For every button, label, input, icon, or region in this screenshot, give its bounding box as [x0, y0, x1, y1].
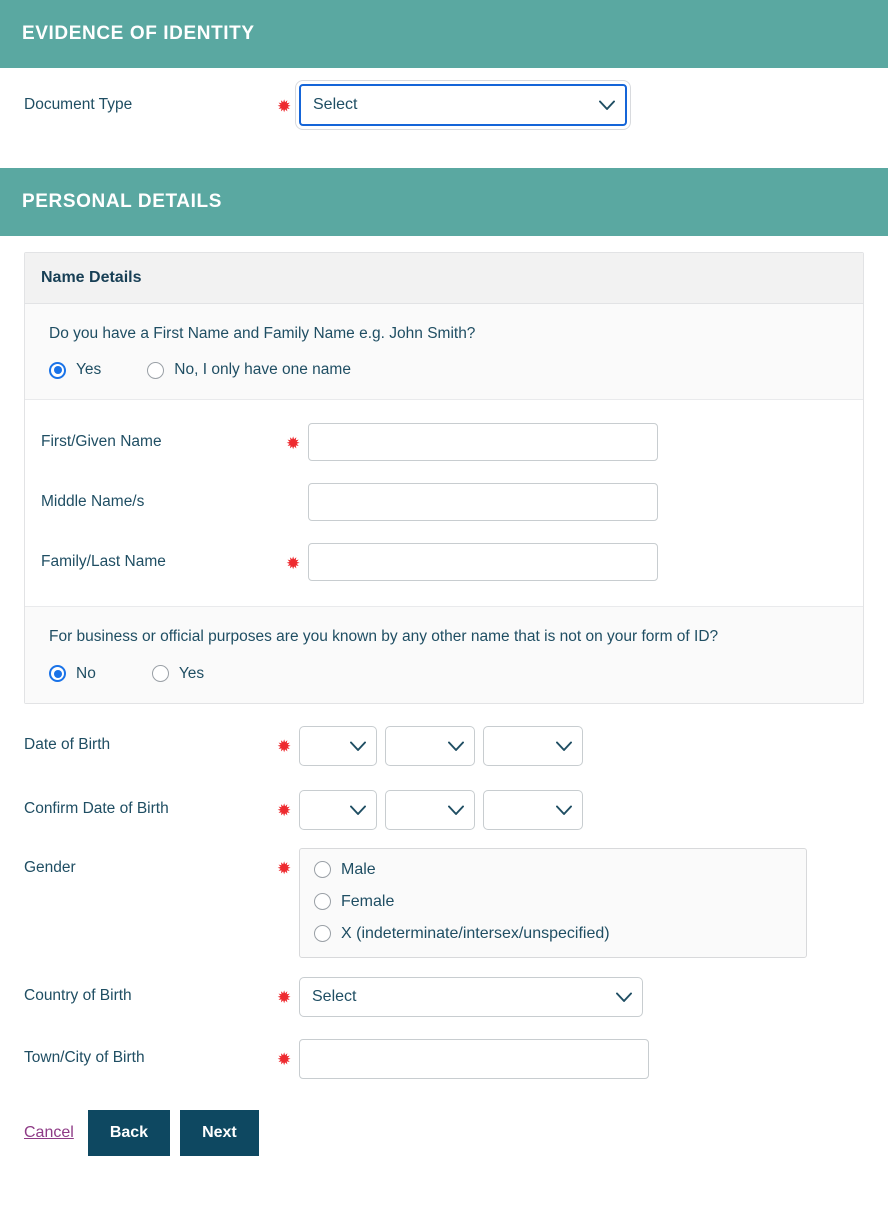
other-name-option-no-label: No [76, 664, 96, 682]
gender-option-x-label: X (indeterminate/intersex/unspecified) [341, 924, 610, 942]
first-given-name-label: First/Given Name [41, 432, 162, 450]
back-button[interactable]: Back [87, 1109, 171, 1156]
chevron-down-icon [616, 992, 632, 1002]
date-of-birth-row: Date of Birth ✹ [0, 720, 888, 772]
date-of-birth-day-select[interactable] [299, 725, 377, 766]
other-name-option-yes-label: Yes [178, 664, 205, 682]
gender-option-female[interactable]: Female [314, 893, 790, 911]
radio-unselected-icon[interactable] [314, 861, 331, 878]
gender-option-x[interactable]: X (indeterminate/intersex/unspecified) [314, 925, 790, 943]
name-question-one-option-no-label: No, I only have one name [174, 361, 351, 379]
other-name-question-text: For business or official purposes are yo… [49, 628, 719, 646]
town-city-of-birth-input[interactable] [299, 1038, 649, 1079]
other-name-option-no[interactable]: No [49, 665, 96, 683]
middle-names-input[interactable] [308, 483, 658, 522]
middle-names-label: Middle Name/s [41, 492, 145, 510]
chevron-down-icon [448, 805, 464, 815]
name-question-one-radio-group: Yes No, I only have one name [49, 361, 843, 379]
family-last-name-row: Family/Last Name ✹ [25, 532, 863, 592]
date-of-birth-year-select[interactable] [483, 725, 583, 766]
family-last-name-input[interactable] [308, 543, 658, 582]
next-button[interactable]: Next [180, 1109, 259, 1156]
gender-row: Gender ✹ Male Female X (indeterminate/in… [0, 847, 888, 958]
gender-options-box: Male Female X (indeterminate/intersex/un… [299, 847, 807, 958]
other-name-radio-group: No Yes [49, 665, 843, 683]
radio-unselected-icon[interactable] [147, 361, 165, 379]
required-asterisk-icon: ✹ [277, 96, 292, 116]
required-asterisk-icon: ✹ [277, 801, 292, 820]
evidence-of-identity-title: EVIDENCE OF IDENTITY [22, 22, 255, 44]
town-city-of-birth-row: Town/City of Birth ✹ [0, 1034, 888, 1084]
required-asterisk-icon: ✹ [286, 433, 301, 453]
chevron-down-icon [599, 100, 615, 110]
name-fields-group: First/Given Name ✹ Middle Name/s ✹ Famil… [25, 400, 863, 607]
name-details-panel: Name Details Do you have a First Name an… [24, 252, 864, 704]
personal-details-banner: PERSONAL DETAILS [0, 168, 888, 236]
name-question-one-block: Do you have a First Name and Family Name… [25, 304, 863, 401]
confirm-date-of-birth-year-select[interactable] [483, 789, 583, 830]
confirm-date-of-birth-label: Confirm Date of Birth [24, 800, 169, 818]
radio-unselected-icon[interactable] [314, 893, 331, 910]
confirm-date-of-birth-day-select[interactable] [299, 789, 377, 830]
gender-option-male[interactable]: Male [314, 861, 790, 879]
country-of-birth-select-value: Select [312, 987, 357, 1005]
date-of-birth-label: Date of Birth [24, 736, 111, 754]
cancel-link[interactable]: Cancel [24, 1124, 74, 1142]
country-of-birth-label: Country of Birth [24, 987, 132, 1005]
required-asterisk-icon: ✹ [277, 1050, 292, 1069]
gender-option-female-label: Female [341, 892, 395, 910]
name-question-one-option-yes-label: Yes [76, 361, 102, 379]
name-question-one-option-no[interactable]: No, I only have one name [147, 361, 351, 379]
required-asterisk-icon: ✹ [277, 737, 292, 756]
personal-details-title: PERSONAL DETAILS [22, 190, 222, 212]
name-details-panel-title: Name Details [25, 253, 863, 304]
gender-label: Gender [24, 858, 76, 876]
radio-unselected-icon[interactable] [151, 665, 169, 682]
document-type-select-value: Select [313, 96, 358, 113]
first-given-name-input[interactable] [308, 423, 658, 462]
other-name-option-yes[interactable]: Yes [151, 664, 205, 683]
country-of-birth-row: Country of Birth ✹ Select [0, 972, 888, 1022]
document-type-label: Document Type [24, 95, 133, 113]
radio-selected-icon[interactable] [49, 665, 66, 682]
chevron-down-icon [556, 805, 572, 815]
town-city-of-birth-label: Town/City of Birth [24, 1049, 145, 1067]
first-given-name-row: First/Given Name ✹ [25, 412, 863, 472]
document-type-select[interactable]: Select [299, 84, 627, 126]
required-asterisk-icon: ✹ [277, 858, 292, 878]
name-question-one-text: Do you have a First Name and Family Name… [49, 325, 476, 342]
country-of-birth-select[interactable]: Select [299, 976, 643, 1017]
confirm-date-of-birth-row: Confirm Date of Birth ✹ [0, 784, 888, 836]
date-of-birth-month-select[interactable] [385, 725, 475, 766]
required-asterisk-icon: ✹ [286, 553, 301, 573]
middle-names-row: Middle Name/s ✹ [25, 472, 863, 532]
chevron-down-icon [350, 741, 366, 751]
radio-selected-icon[interactable] [49, 361, 66, 379]
family-last-name-label: Family/Last Name [41, 552, 166, 570]
gender-option-male-label: Male [341, 860, 376, 878]
form-footer: Cancel Back Next [0, 1084, 888, 1156]
required-asterisk-icon: ✹ [277, 988, 292, 1007]
other-name-question-block: For business or official purposes are yo… [25, 606, 863, 703]
chevron-down-icon [350, 805, 366, 815]
name-question-one-option-yes[interactable]: Yes [49, 361, 101, 379]
radio-unselected-icon[interactable] [314, 925, 331, 942]
evidence-of-identity-banner: EVIDENCE OF IDENTITY [0, 0, 888, 68]
document-type-row: Document Type ✹ Select [0, 68, 888, 142]
chevron-down-icon [556, 741, 572, 751]
confirm-date-of-birth-month-select[interactable] [385, 789, 475, 830]
chevron-down-icon [448, 741, 464, 751]
required-asterisk-placeholder: ✹ [286, 493, 308, 512]
